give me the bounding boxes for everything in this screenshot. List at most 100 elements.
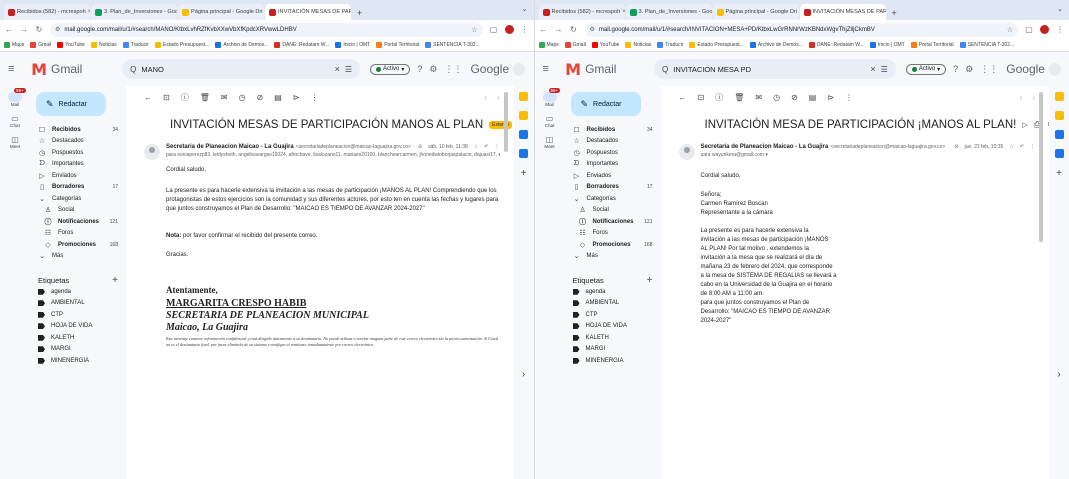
browser-tab[interactable]: Recibidos (582) - mcrespoh× (538, 4, 625, 20)
back-icon[interactable]: ← (540, 25, 548, 34)
sidebar-item[interactable]: ⌄ Categorías (30, 193, 126, 205)
label-item[interactable]: KALETH (30, 332, 126, 344)
archive-icon[interactable]: ⊡ (163, 93, 170, 102)
bookmark-item[interactable]: SENTENCIA T-302... (959, 42, 1014, 48)
bookmark-item[interactable]: Portal Territorial (910, 42, 954, 48)
archive-icon[interactable]: ⊡ (698, 93, 705, 102)
add-label-icon[interactable]: + (112, 275, 118, 286)
browser-tab[interactable]: 3. Plan_de_Inversiones - Goo × (625, 4, 712, 20)
browser-menu-icon[interactable]: ⋮ (521, 25, 529, 34)
search-bar[interactable]: Q INVITACION MESA PD × ☰ (654, 59, 896, 79)
google-account-label[interactable]: Google (470, 62, 509, 76)
sidebar-item[interactable]: ☆ Destacados (30, 136, 126, 148)
rail-chat[interactable]: ▭ Chat (10, 114, 20, 128)
gmail-logo[interactable]: M Gmail (31, 60, 122, 79)
expand-panel-icon[interactable]: › (522, 369, 525, 380)
delete-icon[interactable]: 🗑 (734, 93, 744, 102)
search-input[interactable]: INVITACION MESA PD (673, 65, 751, 74)
bookmark-item[interactable]: YouTube (591, 42, 619, 48)
bookmark-item[interactable]: Archivo de Demos... (749, 42, 803, 48)
clear-search-icon[interactable]: × (335, 64, 340, 74)
expand-panel-icon[interactable]: › (1057, 369, 1060, 380)
more-options-icon[interactable]: ⋮ (311, 93, 319, 102)
label-icon[interactable]: ⊳ (293, 93, 300, 102)
sidebar-item[interactable]: ⌄ Más (565, 251, 661, 263)
address-bar[interactable]: ⚙ mail.google.com/mail/u/1/#search/MANO/K… (50, 22, 483, 37)
bookmark-star-icon[interactable]: ☆ (1007, 26, 1013, 34)
account-avatar[interactable] (513, 62, 526, 76)
sidebar-item[interactable]: ♙ Social (565, 205, 661, 217)
tasks-icon[interactable] (519, 130, 528, 139)
label-item[interactable]: MARGI (565, 344, 661, 356)
move-to-icon[interactable]: ▤ (809, 93, 817, 102)
bookmark-item[interactable]: Traducir (122, 42, 149, 48)
bookmark-item[interactable]: DANE::Redatam W... (808, 42, 864, 48)
help-icon[interactable]: ? (953, 64, 958, 74)
apps-grid-icon[interactable]: ⋮⋮ (980, 64, 998, 75)
bookmark-star-icon[interactable]: ☆ (471, 26, 477, 34)
address-bar[interactable]: ⚙ mail.google.com/mail/u/1/#search/INVITA… (584, 22, 1018, 37)
move-to-icon[interactable]: ▤ (274, 93, 282, 102)
browser-tab[interactable]: Recibidos (582) - mcrespoh× (4, 4, 90, 20)
back-to-list-icon[interactable]: ← (679, 93, 687, 102)
message-scrollbar[interactable] (503, 92, 508, 152)
main-menu-icon[interactable]: ≡ (8, 63, 25, 75)
sidebar-item[interactable]: ▯ Borradores 17 (30, 182, 126, 194)
sidebar-item[interactable]: ◷ Pospuestos (30, 147, 126, 159)
report-spam-icon[interactable]: ⓘ (715, 92, 723, 103)
sidebar-item[interactable]: ◇ Promociones 168 (565, 239, 661, 251)
bookmark-item[interactable]: Portal Territorial (376, 42, 419, 48)
browser-tab[interactable]: Página principal - Google Dri× (178, 4, 264, 20)
label-item[interactable]: HOJA DE VIDA (30, 321, 126, 333)
extensions-icon[interactable]: ▢ (490, 25, 498, 34)
mark-unread-icon[interactable]: ✉ (221, 93, 228, 102)
calendar-icon[interactable] (519, 92, 528, 101)
browser-tab[interactable]: 3. Plan_de_Inversiones - Goo × (91, 4, 177, 20)
tab-search-icon[interactable]: ⌄ (1057, 5, 1063, 13)
search-input[interactable]: MANO (141, 65, 164, 74)
label-item[interactable]: MINENERGIA (565, 355, 661, 367)
message-more-icon[interactable]: ⋮ (495, 144, 500, 150)
calendar-icon[interactable] (1054, 92, 1064, 101)
bookmark-item[interactable]: Inicio | OMT (335, 42, 370, 48)
bookmark-item[interactable]: Archivo de Demos... (215, 42, 268, 48)
bookmark-item[interactable]: Noticias (90, 42, 117, 48)
bookmark-item[interactable]: Estado Presupuest... (154, 42, 209, 48)
sidebar-item[interactable]: ▯ Borradores 17 (565, 182, 661, 194)
message-scrollbar[interactable] (1039, 92, 1043, 242)
label-item[interactable]: HOJA DE VIDA (565, 321, 661, 333)
sidebar-item[interactable]: ⌄ Categorías (565, 193, 661, 205)
bookmark-item[interactable]: Gmail (564, 42, 586, 48)
label-item[interactable]: agenda (30, 286, 126, 298)
tab-close-icon[interactable]: × (88, 9, 90, 15)
sidebar-item[interactable]: ☐ Recibidos 34 (565, 124, 661, 136)
sidebar-item[interactable]: ▷ Enviados (565, 170, 661, 182)
google-account-label[interactable]: Google (1006, 62, 1045, 76)
search-bar[interactable]: Q MANO × ☰ (122, 59, 360, 79)
tasks-icon[interactable] (1054, 130, 1064, 139)
site-info-icon[interactable]: ⚙ (55, 26, 60, 33)
rail-meet[interactable]: ◫ Meet (10, 135, 20, 149)
label-item[interactable]: MARGI (30, 344, 126, 356)
bookmark-item[interactable]: YouTube (57, 42, 85, 48)
add-addon-icon[interactable]: + (1056, 168, 1062, 179)
bookmark-item[interactable]: SENTENCIA T-302... (425, 42, 480, 48)
reply-icon[interactable]: ↶ (1020, 144, 1024, 150)
browser-tab[interactable]: Página principal - Google Dri× (712, 4, 799, 20)
mark-unread-icon[interactable]: ✉ (755, 93, 762, 102)
label-icon[interactable]: ⊳ (827, 93, 834, 102)
browser-tab[interactable]: INVITACIÓN MESAS DE PARTI× (799, 4, 886, 20)
status-dropdown[interactable]: Activo ▾ (370, 63, 411, 75)
rail-mail[interactable]: 99+ Mail (8, 88, 26, 107)
bookmark-item[interactable]: Inicio | OMT (869, 42, 905, 48)
settings-gear-icon[interactable]: ⚙ (429, 64, 437, 75)
star-icon[interactable]: ☆ (474, 144, 478, 150)
delete-icon[interactable]: 🗑 (200, 93, 210, 102)
sidebar-item[interactable]: ᗤ Importantes (30, 159, 126, 171)
forward-icon[interactable]: → (20, 25, 28, 34)
bookmark-item[interactable]: Maps (4, 42, 24, 48)
browser-tab[interactable]: INVITACIÓN MESAS DE PARTI× (265, 4, 351, 20)
star-icon[interactable]: ☆ (1009, 144, 1013, 150)
search-options-icon[interactable]: ☰ (881, 65, 888, 74)
apps-grid-icon[interactable]: ⋮⋮ (444, 64, 462, 75)
